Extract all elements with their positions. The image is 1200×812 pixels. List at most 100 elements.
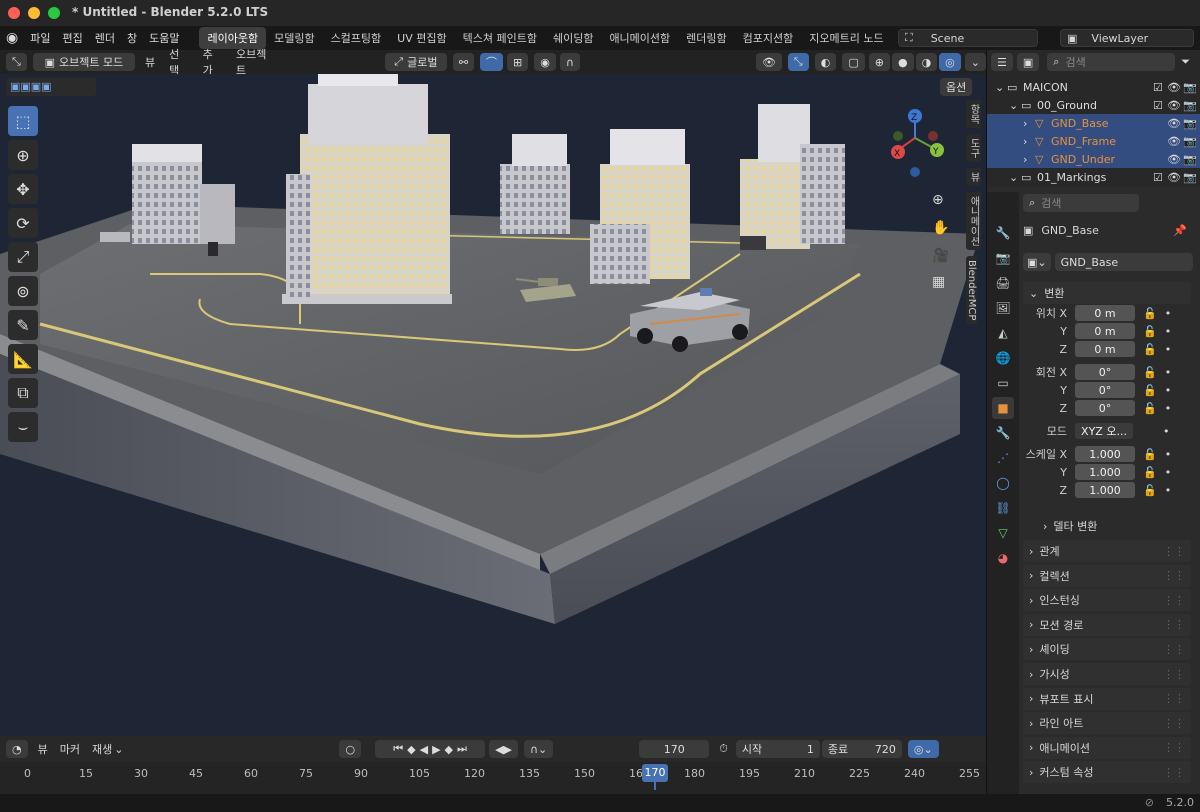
close-window-button[interactable] [8, 7, 20, 19]
tab-blendermcp[interactable]: BlenderMCP [966, 256, 977, 325]
menu-window[interactable]: 창 [121, 30, 143, 46]
snap-target-icon[interactable]: ⊞ [507, 53, 529, 71]
ortho-grid-icon[interactable]: ▦ [932, 274, 945, 290]
maximize-window-button[interactable] [48, 7, 60, 19]
camera-icon[interactable]: 📷 [1183, 135, 1200, 148]
frame-ruler[interactable]: 0 15 30 45 60 75 90 105 120 135 150 16 180 195 210 225 2… [0, 764, 986, 786]
tab-texture-paint[interactable]: 텍스쳐 페인트함 [455, 27, 545, 49]
value-field[interactable]: 0° [1075, 382, 1135, 398]
annotate-tool-icon[interactable]: ✎ [8, 310, 38, 340]
select-box-tool-icon[interactable]: ⬚ [8, 106, 38, 136]
jump-end-icon[interactable]: ⏭ [457, 742, 467, 756]
outliner-search-input[interactable]: ⌕ 검색 [1047, 53, 1176, 71]
play-icon[interactable]: ▶ [432, 743, 440, 756]
outliner-row[interactable]: ⌄ ▭ 00_Ground ☑ 👁 📷 [987, 96, 1200, 114]
end-frame-field[interactable]: 종료 720 [821, 740, 902, 758]
tab-compositing[interactable]: 컴포지션함 [735, 27, 802, 49]
keyframe-dot-icon[interactable]: • [1165, 448, 1172, 461]
drag-handle-icon[interactable]: ⋮⋮ [1163, 594, 1185, 607]
drag-handle-icon[interactable]: ⋮⋮ [1163, 618, 1185, 631]
tool-properties-icon[interactable]: 🔧 [992, 222, 1014, 244]
keyframe-dot-icon[interactable]: • [1165, 307, 1172, 320]
camera-icon[interactable]: 📷 [1183, 99, 1200, 112]
drag-handle-icon[interactable]: ⋮⋮ [1163, 569, 1185, 582]
tab-geometry-nodes[interactable]: 지오메트리 노드 [801, 27, 891, 49]
tab-view[interactable]: 뷰 [966, 168, 981, 186]
properties-section-header[interactable]: › 모션 경로 ⋮⋮ [1023, 613, 1191, 636]
jump-start-icon[interactable]: ⏮ [393, 742, 403, 756]
rotate-tool-icon[interactable]: ⟳ [8, 208, 38, 238]
start-frame-field[interactable]: 시작 1 [735, 740, 820, 758]
delta-transform-header[interactable]: › 델타 변환 [1043, 518, 1097, 534]
value-field[interactable]: 1.000 [1075, 482, 1135, 498]
editor-type-icon[interactable]: ⤡ [6, 53, 27, 71]
camera-view-icon[interactable]: 🎥 [932, 248, 949, 264]
properties-section-header[interactable]: › 셰이딩 ⋮⋮ [1023, 638, 1191, 661]
lock-icon[interactable]: 🔓 [1143, 466, 1157, 479]
properties-section-header[interactable]: › 관계 ⋮⋮ [1023, 540, 1191, 562]
view-layer-selector[interactable]: ▣ ViewLayer [1060, 29, 1194, 47]
keyframe-dot-icon[interactable]: • [1165, 384, 1172, 397]
object-datablock-icon[interactable]: ▣⌄ [1023, 253, 1051, 271]
xray-icon[interactable]: ▢ [842, 53, 865, 71]
keyframe-dot-icon[interactable]: • [1165, 484, 1172, 497]
transform-orientation[interactable]: ⤢ 글로벌 [384, 53, 447, 71]
tab-item[interactable]: 항목 [966, 100, 981, 128]
minimize-window-button[interactable] [28, 7, 40, 19]
shading-options-icon[interactable]: ⌄ [964, 53, 986, 71]
current-frame-field[interactable]: 170 [639, 740, 710, 758]
chevron-down-icon[interactable]: ⌄ [995, 81, 1007, 94]
keying-icon[interactable]: ◀▶ [489, 740, 518, 758]
output-properties-icon[interactable]: 🖨 [992, 272, 1014, 294]
value-field[interactable]: 0° [1075, 400, 1135, 416]
value-field[interactable]: 0 m [1075, 323, 1135, 339]
object-properties-icon[interactable]: ■ [992, 397, 1014, 419]
value-field[interactable]: 0 m [1075, 305, 1135, 321]
navigation-gizmo[interactable]: Z X Y [891, 109, 944, 177]
menu-file[interactable]: 파일 [24, 30, 56, 46]
rotation-mode-select[interactable]: XYZ 오... [1075, 423, 1133, 439]
playback-controls[interactable]: ⏮ ◆ ◀ ▶ ◆ ⏭ [375, 740, 486, 758]
display-mode-icon[interactable]: ▣ [1016, 53, 1040, 71]
outliner-row[interactable]: ⌄ ▭ MAICON ☑ 👁 📷 [987, 78, 1200, 96]
properties-section-header[interactable]: › 애니메이션 ⋮⋮ [1023, 736, 1191, 759]
chevron-down-icon[interactable]: ⌄ [1009, 99, 1021, 112]
checkbox-icon[interactable]: ☑ [1153, 99, 1167, 112]
snap-icon[interactable]: ⌒ [480, 53, 504, 71]
falloff-icon[interactable]: ∩ [559, 53, 580, 71]
chevron-right-icon[interactable]: › [1023, 153, 1035, 166]
outliner-editor-icon[interactable]: ☰ [991, 53, 1013, 71]
lock-icon[interactable]: 🔓 [1143, 402, 1157, 415]
timeline-menu-view[interactable]: 뷰 [38, 741, 48, 757]
checkbox-icon[interactable]: ☑ [1153, 81, 1167, 94]
keyframe-dot-icon[interactable]: • [1165, 466, 1172, 479]
scene-properties-icon[interactable]: ◭ [992, 322, 1014, 344]
properties-section-header[interactable]: › 가시성 ⋮⋮ [1023, 663, 1191, 685]
proportional-edit-icon[interactable]: ◉ [534, 53, 556, 71]
filter-icon[interactable]: ⏷ [1181, 55, 1190, 69]
properties-section-header[interactable]: › 커스텀 속성 ⋮⋮ [1023, 761, 1191, 784]
auto-key-icon[interactable]: ∩⌄ [523, 740, 554, 758]
camera-icon[interactable]: 📷 [1183, 153, 1200, 166]
collection-properties-icon[interactable]: ▭ [992, 372, 1014, 394]
outliner-row[interactable]: ⌄ ▭ 01_Markings ☑ 👁 📷 [987, 168, 1200, 186]
keyframe-dot-icon[interactable]: • [1163, 425, 1170, 438]
lock-icon[interactable]: 🔓 [1143, 307, 1157, 320]
drag-handle-icon[interactable]: ⋮⋮ [1163, 741, 1185, 754]
lock-icon[interactable]: 🔓 [1143, 343, 1157, 356]
pan-hand-icon[interactable]: ✋ [932, 220, 949, 236]
play-reverse-icon[interactable]: ◀ [420, 743, 428, 756]
keyframe-dot-icon[interactable]: • [1165, 325, 1172, 338]
menu-help[interactable]: 도움말 [143, 30, 185, 46]
transform-section-header[interactable]: ⌄ 변환 [1023, 282, 1191, 304]
solid-shading-icon[interactable]: ● [891, 53, 914, 71]
add-cube-tool-icon[interactable]: ⧉ [8, 378, 38, 408]
measure-tool-icon[interactable]: 📐 [8, 344, 38, 374]
mode-selector[interactable]: ▣ 오브젝트 모드 [32, 53, 136, 71]
eye-icon[interactable]: 👁 [1167, 171, 1183, 184]
camera-icon[interactable]: 📷 [1183, 117, 1200, 130]
outliner-row[interactable]: › ▽ GND_Under 👁 📷 [987, 150, 1200, 168]
value-field[interactable]: 1.000 [1075, 464, 1135, 480]
properties-section-header[interactable]: › 인스턴싱 ⋮⋮ [1023, 589, 1191, 612]
world-properties-icon[interactable]: 🌐 [992, 347, 1014, 369]
